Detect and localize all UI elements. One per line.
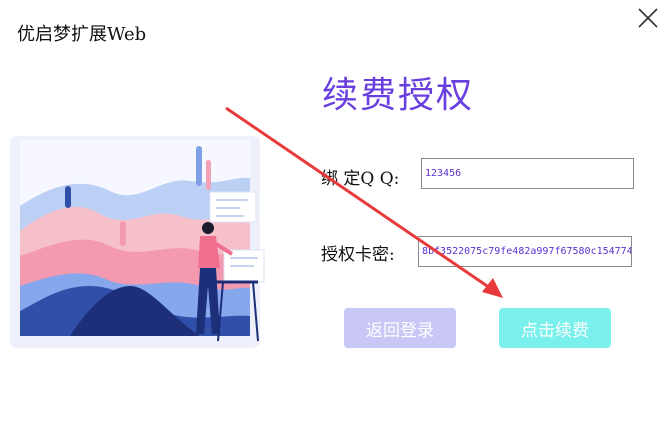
qq-value: 123456 xyxy=(425,168,462,179)
license-key-label: 授权卡密: xyxy=(321,245,395,265)
window-title: 优启梦扩展Web xyxy=(17,24,147,45)
qq-field[interactable]: 123456 xyxy=(421,158,634,189)
license-key-field[interactable]: 8bf3522075c79fe482a997f67580c154774 xyxy=(418,236,632,267)
hero-illustration xyxy=(10,136,265,348)
page-heading: 续费授权 xyxy=(322,75,475,116)
close-icon xyxy=(638,8,658,28)
back-to-login-button[interactable]: 返回登录 xyxy=(344,308,456,348)
license-key-value: 8bf3522075c79fe482a997f67580c154774 xyxy=(422,246,632,257)
renew-button[interactable]: 点击续费 xyxy=(499,308,611,348)
qq-label: 绑 定Q Q: xyxy=(321,169,400,189)
close-button[interactable] xyxy=(636,6,660,30)
